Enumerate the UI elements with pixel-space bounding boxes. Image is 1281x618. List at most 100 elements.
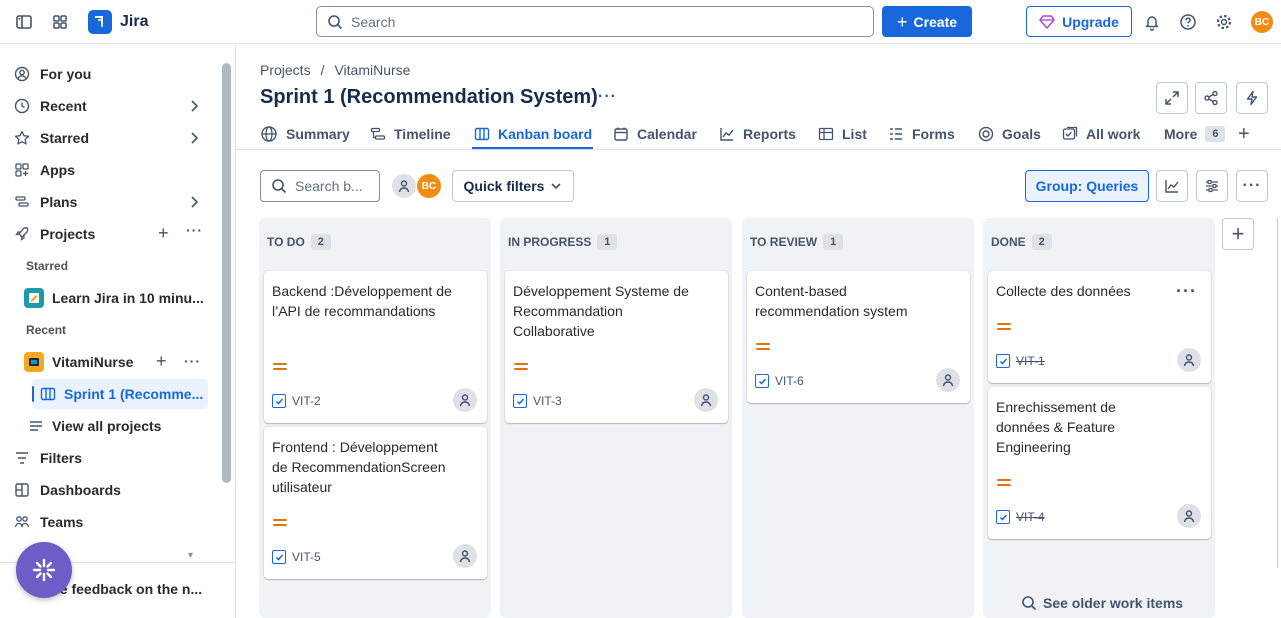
- sidebar-item-apps[interactable]: Apps: [8, 156, 208, 184]
- upgrade-button[interactable]: Upgrade: [1026, 6, 1132, 37]
- sidebar-item-plans[interactable]: Plans: [8, 188, 208, 216]
- view-settings-button[interactable]: [1196, 170, 1228, 202]
- automation-button[interactable]: [1236, 82, 1268, 114]
- sidebar-item-teams[interactable]: Teams: [8, 508, 208, 536]
- sidebar-item-label: Plans: [40, 194, 78, 210]
- tab-calendar[interactable]: Calendar: [613, 118, 697, 150]
- card-key[interactable]: VIT-6: [755, 374, 804, 388]
- tab-summary[interactable]: Summary: [260, 118, 350, 150]
- see-older-label: See older work items: [1043, 595, 1184, 611]
- board-search-input[interactable]: Search b...: [260, 170, 380, 202]
- sidebar-recent-project[interactable]: VitamiNurse + ···: [24, 348, 208, 376]
- user-avatar-filter[interactable]: BC: [417, 174, 441, 198]
- assignee-avatar[interactable]: [1177, 348, 1201, 372]
- assignee-avatar[interactable]: [453, 544, 477, 568]
- tab-all-work[interactable]: All work: [1062, 118, 1140, 150]
- sidebar-item-for-you[interactable]: For you: [8, 60, 208, 88]
- scroll-down-icon[interactable]: ▾: [188, 550, 193, 561]
- page-title: Sprint 1 (Recommendation System): [260, 86, 598, 108]
- jira-logo[interactable]: Jira: [88, 10, 148, 34]
- insights-button[interactable]: [1156, 170, 1188, 202]
- sidebar-item-recent[interactable]: Recent: [8, 92, 208, 120]
- issue-card[interactable]: Frontend : Développement de Recommendati…: [264, 427, 487, 579]
- issue-card[interactable]: Collecte des données ··· VIT-1: [988, 271, 1211, 383]
- priority-medium-icon: [273, 363, 287, 373]
- card-key[interactable]: VIT-1: [996, 354, 1045, 368]
- assignee-avatar[interactable]: [936, 368, 960, 392]
- help-icon[interactable]: [1176, 10, 1200, 34]
- person-icon: [459, 394, 471, 407]
- title-more-icon[interactable]: ···: [598, 88, 617, 106]
- jira-logo-icon: [88, 10, 112, 34]
- unassigned-avatar-filter[interactable]: [392, 174, 416, 198]
- add-project-icon[interactable]: +: [158, 223, 169, 244]
- breadcrumb-separator: /: [320, 62, 325, 78]
- global-search-input[interactable]: Search: [316, 6, 874, 37]
- issue-card[interactable]: Développement Systeme de Recommandation …: [505, 271, 728, 423]
- feedback-link[interactable]: ve feedback on the n...: [52, 581, 202, 597]
- sidebar-scrollbar[interactable]: [222, 63, 231, 483]
- sidebar-item-projects[interactable]: Projects + ···: [8, 220, 208, 248]
- group-by-button[interactable]: Group: Queries: [1025, 170, 1149, 202]
- fullscreen-button[interactable]: [1156, 82, 1188, 114]
- project-icon: [24, 288, 44, 308]
- notifications-bell-icon[interactable]: [1140, 10, 1164, 34]
- chevron-right-icon[interactable]: [188, 131, 200, 145]
- issue-card[interactable]: Enrechissement de données & Feature Engi…: [988, 387, 1211, 539]
- assignee-avatar[interactable]: [453, 388, 477, 412]
- tab-forms[interactable]: Forms: [888, 118, 955, 150]
- search-icon: [272, 179, 287, 194]
- share-button[interactable]: [1195, 82, 1227, 114]
- chevron-down-icon: [551, 183, 562, 190]
- selected-indicator: [32, 386, 34, 402]
- tab-reports[interactable]: Reports: [719, 118, 796, 150]
- tab-kanban-board[interactable]: Kanban board: [474, 118, 592, 150]
- sidebar-item-starred[interactable]: Starred: [8, 124, 208, 152]
- sidebar-item-label: Dashboards: [40, 482, 121, 498]
- sidebar-toggle-icon[interactable]: [12, 10, 36, 34]
- column-count-badge: 2: [310, 234, 331, 250]
- priority-medium-icon: [756, 343, 770, 353]
- tab-goals[interactable]: Goals: [978, 118, 1041, 150]
- priority-medium-icon: [273, 519, 287, 529]
- quick-filters-dropdown[interactable]: Quick filters: [452, 170, 574, 202]
- assignee-avatar[interactable]: [1177, 504, 1201, 528]
- more-icon[interactable]: ···: [184, 353, 201, 369]
- profile-avatar[interactable]: BC: [1250, 10, 1274, 34]
- see-older-work-items-link[interactable]: See older work items: [1021, 595, 1183, 611]
- sidebar-item-dashboards[interactable]: Dashboards: [8, 476, 208, 504]
- issue-card[interactable]: Content-based recommendation system VIT-…: [747, 271, 970, 403]
- breadcrumb-projects-link[interactable]: Projects: [260, 62, 311, 78]
- add-icon[interactable]: +: [156, 351, 167, 372]
- board-more-button[interactable]: ···: [1236, 170, 1268, 202]
- app-switcher-icon[interactable]: [48, 10, 72, 34]
- sidebar-starred-project[interactable]: Learn Jira in 10 minu...: [24, 284, 208, 312]
- add-column-button[interactable]: +: [1222, 218, 1254, 250]
- more-icon[interactable]: ···: [186, 222, 203, 238]
- tab-list[interactable]: List: [818, 118, 867, 150]
- add-tab-icon[interactable]: +: [1238, 118, 1250, 150]
- sidebar-item-sprint-board[interactable]: Sprint 1 (Recomme...: [40, 380, 206, 408]
- card-key[interactable]: VIT-4: [996, 510, 1045, 524]
- issue-card[interactable]: Backend :Développement de l’API de recom…: [264, 271, 487, 423]
- issue-key: VIT-4: [1016, 510, 1045, 524]
- chevron-right-icon[interactable]: [188, 99, 200, 113]
- tab-timeline[interactable]: Timeline: [370, 118, 451, 150]
- breadcrumb-project-link[interactable]: VitamiNurse: [334, 62, 410, 78]
- recent-section-heading: Recent: [26, 323, 67, 337]
- card-key[interactable]: VIT-5: [272, 550, 321, 564]
- card-key[interactable]: VIT-3: [513, 394, 562, 408]
- chevron-right-icon[interactable]: [188, 195, 200, 209]
- assignee-avatar[interactable]: [694, 388, 718, 412]
- settings-gear-icon[interactable]: [1212, 10, 1236, 34]
- create-button[interactable]: + Create: [882, 6, 972, 37]
- chart-icon: [720, 128, 734, 141]
- card-more-icon[interactable]: ···: [1176, 281, 1197, 302]
- card-key[interactable]: VIT-2: [272, 394, 321, 408]
- sidebar-item-filters[interactable]: Filters: [8, 444, 208, 472]
- column-header: DONE 2: [991, 234, 1052, 250]
- feedback-button[interactable]: [16, 542, 72, 598]
- sidebar-view-all-projects[interactable]: View all projects: [28, 412, 208, 440]
- rocket-icon: [8, 226, 32, 242]
- tab-more[interactable]: More 6: [1164, 118, 1226, 150]
